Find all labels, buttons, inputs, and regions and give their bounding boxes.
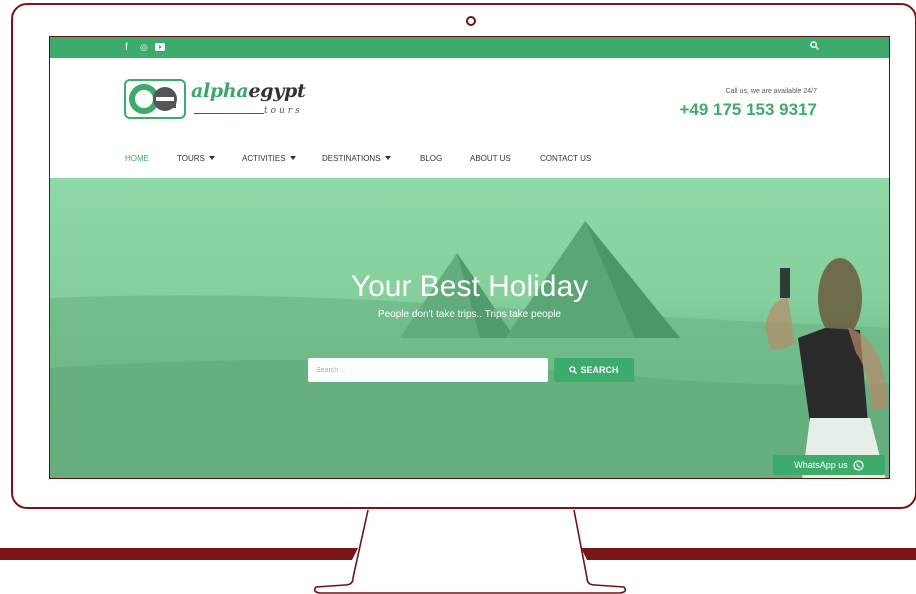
search-input[interactable] xyxy=(308,358,548,382)
call-info-text: Call us, we are available 24/7 xyxy=(725,88,817,95)
nav-label-destinations: DESTINATIONS xyxy=(322,154,381,163)
nav-item-destinations[interactable]: DESTINATIONS xyxy=(322,154,391,163)
instagram-icon[interactable]: ◎ xyxy=(140,41,148,54)
logo-main-text: alpha xyxy=(191,80,249,102)
website-screen: f ◎ alphaegypt tours Call us, we are ava… xyxy=(49,36,890,479)
nav-item-home[interactable]: HOME xyxy=(125,154,149,163)
caret-down-icon xyxy=(289,156,296,160)
logo-divider xyxy=(194,113,264,114)
hero-banner: Your Best Holiday People don't take trip… xyxy=(50,178,889,478)
whatsapp-button[interactable]: WhatsApp us xyxy=(773,455,885,475)
caret-down-icon xyxy=(208,156,215,160)
top-bar: f ◎ xyxy=(50,37,889,58)
caret-down-icon xyxy=(384,156,391,160)
nav-item-blog[interactable]: BLOG xyxy=(420,154,442,163)
logo-icon[interactable] xyxy=(124,79,186,119)
phone-number[interactable]: +49 175 153 9317 xyxy=(679,100,817,120)
hero-subtitle: People don't take trips.. Trips take peo… xyxy=(377,309,562,320)
hero-background-image xyxy=(50,221,889,478)
search-button-label: SEARCH xyxy=(580,365,619,375)
logo-wordmark[interactable]: alphaegypt xyxy=(191,80,306,102)
hero-title: Your Best Holiday xyxy=(350,270,589,303)
search-icon[interactable] xyxy=(810,41,820,54)
main-nav: HOME TOURS ACTIVITIES DESTINATIONS BLOG … xyxy=(50,141,889,178)
youtube-icon[interactable] xyxy=(155,42,165,55)
nav-item-contact[interactable]: CONTACT US xyxy=(540,154,591,163)
site-header: alphaegypt tours Call us, we are availab… xyxy=(50,58,889,142)
nav-item-activities[interactable]: ACTIVITIES xyxy=(242,154,296,163)
logo-main2-text: egypt xyxy=(248,80,306,102)
whatsapp-label: WhatsApp us xyxy=(794,460,848,470)
search-icon xyxy=(569,366,578,374)
facebook-icon[interactable]: f xyxy=(125,41,128,54)
nav-item-about[interactable]: ABOUT US xyxy=(470,154,511,163)
camera-icon xyxy=(466,16,476,26)
search-button[interactable]: SEARCH xyxy=(554,358,634,382)
nav-item-tours[interactable]: TOURS xyxy=(177,154,215,163)
nav-label-activities: ACTIVITIES xyxy=(242,154,286,163)
logo-subtitle: tours xyxy=(264,106,303,116)
whatsapp-icon xyxy=(853,459,864,471)
nav-label-tours: TOURS xyxy=(177,154,205,163)
